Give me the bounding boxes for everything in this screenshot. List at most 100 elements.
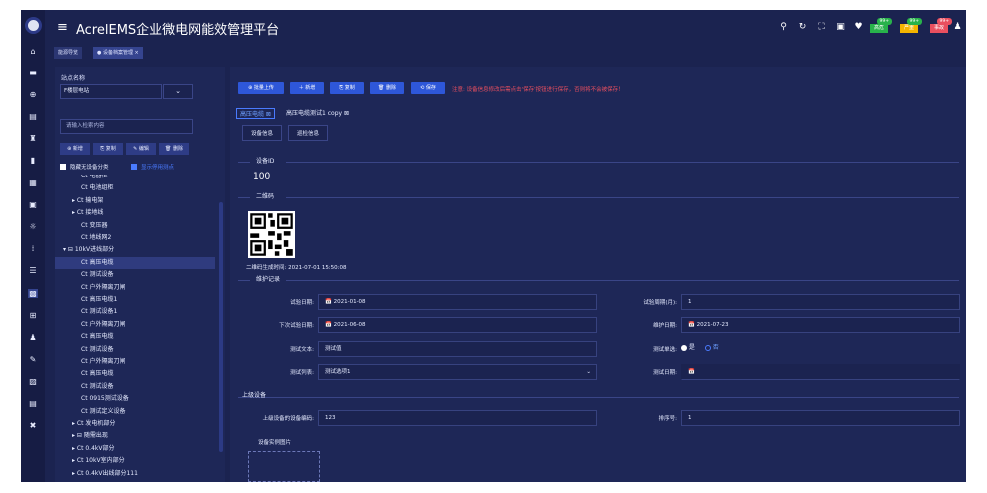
list-icon[interactable]: ☰ bbox=[28, 266, 38, 275]
next-test-date-label: 下次试验日期: bbox=[279, 323, 314, 329]
tree-item[interactable]: Ct 高压电缆 bbox=[55, 331, 215, 343]
screen-icon[interactable]: ▣ bbox=[28, 200, 38, 209]
image-icon[interactable]: ▣ bbox=[835, 22, 846, 32]
test-cycle-label: 试验周期(月): bbox=[643, 300, 677, 306]
tree-search-input[interactable]: 请输入检索内容 bbox=[60, 119, 193, 134]
report-icon[interactable]: ▨ bbox=[28, 377, 38, 386]
alarm-accident-pill[interactable]: 事故 99+ bbox=[930, 18, 953, 33]
divider bbox=[286, 280, 959, 281]
tree-item[interactable]: Ct 户外隔离刀闸 bbox=[55, 282, 215, 294]
tree-item[interactable]: ▸ ⊟ 随需出现 bbox=[55, 430, 215, 442]
edit-icon[interactable]: ✎ bbox=[28, 355, 38, 364]
device-tab-cable[interactable]: 高压电缆 ⊠ bbox=[236, 108, 275, 119]
test-list-value: 测试选项1 bbox=[325, 369, 351, 375]
test-date2-field[interactable]: 📅 bbox=[681, 364, 960, 380]
tree-delete-button[interactable]: 🗑 删除 bbox=[159, 143, 189, 155]
tree-item[interactable]: Ct 测试设备 bbox=[55, 269, 215, 281]
device-image-upload[interactable] bbox=[248, 451, 320, 482]
test-text-field[interactable]: 测试值 bbox=[318, 341, 597, 357]
signal-icon[interactable]: ⁞ bbox=[28, 244, 38, 253]
tower-icon[interactable]: ♜ bbox=[28, 134, 38, 143]
user-icon[interactable]: ♟ bbox=[28, 333, 38, 342]
radio-yes-icon[interactable] bbox=[681, 344, 687, 351]
tree-edit-button[interactable]: ✎ 编辑 bbox=[126, 143, 156, 155]
test-date2-label: 测试日期: bbox=[653, 370, 677, 376]
alarm-high-pill[interactable]: 高危 99+ bbox=[870, 18, 893, 33]
tree-item[interactable]: Ct 变压器 bbox=[55, 220, 215, 232]
document-icon[interactable]: ▤ bbox=[28, 399, 38, 408]
tree-copy-button[interactable]: ⎘ 复制 bbox=[93, 143, 123, 155]
test-cycle-field[interactable]: 1 bbox=[681, 294, 960, 310]
device-detail-panel: ⊕ 批量上传 ＋ 新增 ⎘ 复制 🗑 删除 ⟲ 保存 注意: 设备信息修改后需点… bbox=[230, 67, 966, 482]
tree-item[interactable]: Ct 高压电缆1 bbox=[55, 294, 215, 306]
maint-date-label: 维护日期: bbox=[653, 323, 677, 329]
tree-item[interactable]: ▸ Ct 0.4kV部分 bbox=[55, 443, 215, 455]
tree-item[interactable]: Ct 电器柜 bbox=[55, 175, 215, 182]
user-account-icon[interactable]: ♟ bbox=[952, 22, 963, 32]
next-test-date-field[interactable]: 📅 2021-06-08 bbox=[318, 317, 597, 333]
tree-scrollbar[interactable] bbox=[219, 202, 223, 452]
subtab-inspection-info[interactable]: 巡检信息 bbox=[288, 125, 329, 141]
tree-item[interactable]: ▸ Ct 输电架 bbox=[55, 195, 215, 207]
tree-item[interactable]: Ct 测试设备 bbox=[55, 381, 215, 393]
test-list-select[interactable]: 测试选项1 ⌄ bbox=[318, 364, 597, 380]
tree-item[interactable]: Ct 测试设备1 bbox=[55, 306, 215, 318]
site-select-arrow-icon[interactable]: ⌄ bbox=[163, 84, 193, 99]
device-tree-panel: 站点名称 F楼层电站 ⌄ 请输入检索内容 ⊕ 新增 ⎘ 复制 ✎ 编辑 🗑 删除… bbox=[55, 67, 225, 482]
bar-chart-icon[interactable]: ▮ bbox=[28, 156, 38, 165]
tree-item[interactable]: Ct 户外隔离刀闸 bbox=[55, 319, 215, 331]
order-number-field[interactable]: 1 bbox=[681, 410, 960, 426]
tab-energy-overview[interactable]: 能源导览 bbox=[54, 47, 83, 59]
section-device-id: 设备ID bbox=[256, 158, 275, 165]
batch-upload-button[interactable]: ⊕ 批量上传 bbox=[238, 82, 284, 94]
tree-item[interactable]: ▸ Ct 10kV室内部分 bbox=[55, 455, 215, 467]
device-tab-cable-copy[interactable]: 高压电缆测试1 copy ⊠ bbox=[286, 108, 349, 119]
tree-item[interactable]: Ct 0915测试设备 bbox=[55, 393, 215, 405]
tree-item[interactable]: ▸ Ct 0.4kV出线部分111 bbox=[55, 468, 215, 480]
tree-item[interactable]: ▾ ⊟ 10kV进线部分 bbox=[55, 244, 215, 256]
tree-item[interactable]: Ct 电池组柜 bbox=[55, 182, 215, 194]
upper-device-code-field[interactable]: 123 bbox=[318, 410, 597, 426]
site-select[interactable]: F楼层电站 bbox=[60, 84, 162, 99]
fullscreen-icon[interactable]: ⛶ bbox=[816, 22, 827, 32]
home-icon[interactable]: ⌂ bbox=[28, 47, 38, 56]
menu-icon[interactable]: ≡ bbox=[57, 20, 68, 35]
grid-icon[interactable]: ⊞ bbox=[28, 311, 38, 320]
tree-item[interactable]: ▸ Ct 发电机部分 bbox=[55, 418, 215, 430]
hide-empty-checkbox[interactable] bbox=[60, 164, 66, 170]
panel-icon[interactable]: ▤ bbox=[28, 112, 38, 121]
add-button[interactable]: ＋ 新增 bbox=[290, 82, 324, 94]
save-button[interactable]: ⟲ 保存 bbox=[411, 82, 445, 94]
show-disabled-checkbox[interactable] bbox=[131, 164, 137, 170]
tools-icon[interactable]: ✖ bbox=[28, 421, 38, 430]
show-disabled-label: 显示停用测点 bbox=[141, 165, 175, 171]
shirt-icon[interactable]: ♥ bbox=[853, 22, 864, 32]
test-date-field[interactable]: 📅 2021-01-08 bbox=[318, 294, 597, 310]
tree-item[interactable]: Ct 测试定义设备 bbox=[55, 406, 215, 418]
tree-add-button[interactable]: ⊕ 新增 bbox=[60, 143, 90, 155]
search-icon[interactable]: ⚲ bbox=[778, 22, 789, 32]
power-icon[interactable]: ⊕ bbox=[28, 90, 38, 99]
bulb-icon[interactable]: ☼ bbox=[28, 222, 38, 231]
tree-item[interactable]: Ct 测试设备 bbox=[55, 344, 215, 356]
subtab-device-info[interactable]: 设备信息 bbox=[242, 125, 283, 141]
analysis-icon[interactable]: ▦ bbox=[28, 178, 38, 187]
monitor-icon[interactable]: ▬ bbox=[28, 68, 38, 77]
device-archive-icon[interactable]: ▩ bbox=[28, 289, 38, 298]
qr-generated-time: 二维码生成时间: 2021-07-01 15:50:08 bbox=[246, 265, 347, 271]
tree-item[interactable]: ▸ Ct 接地线 bbox=[55, 207, 215, 219]
tree-item[interactable]: Ct 户外隔离刀闸 bbox=[55, 356, 215, 368]
top-bar: ≡ AcrelEMS企业微电网能效管理平台 ⚲ ↻ ⛶ ▣ ♥ 高危 99+ 严… bbox=[45, 10, 966, 46]
copy-button[interactable]: ⎘ 复制 bbox=[330, 82, 364, 94]
refresh-icon[interactable]: ↻ bbox=[797, 22, 808, 32]
radio-no-icon[interactable] bbox=[704, 344, 711, 351]
tree-item[interactable]: Ct 地线网2 bbox=[55, 232, 215, 244]
tab-device-archive[interactable]: ● 设备档案管理 × bbox=[93, 47, 143, 59]
alarm-serious-pill[interactable]: 严重 99+ bbox=[900, 18, 923, 33]
delete-button[interactable]: 🗑 删除 bbox=[370, 82, 404, 94]
tree-item[interactable]: Ct 高压电缆 bbox=[55, 368, 215, 380]
save-notice: 注意: 设备信息修改后需点击'保存'按钮进行保存，否则将不会被保存！ bbox=[452, 87, 624, 93]
alarm-accident-count: 99+ bbox=[936, 18, 953, 25]
tree-item[interactable]: Ct 高压电缆 bbox=[55, 256, 215, 269]
maint-date-field[interactable]: 📅 2021-07-23 bbox=[681, 317, 960, 333]
